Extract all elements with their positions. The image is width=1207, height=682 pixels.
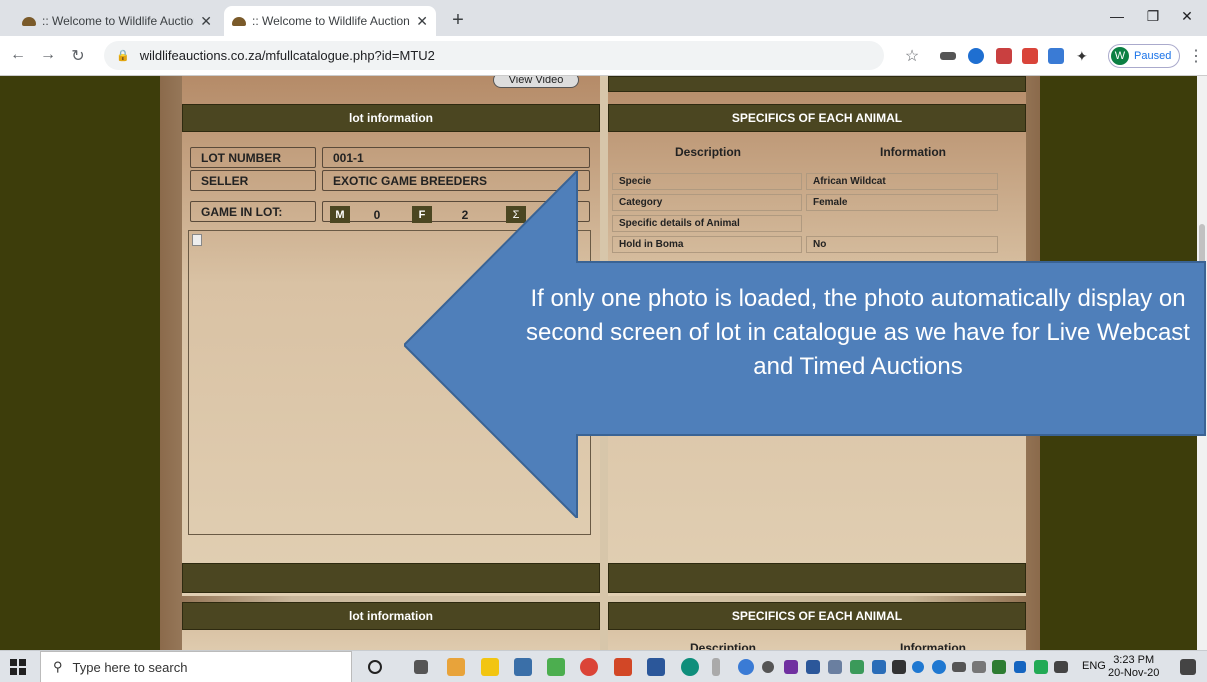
tab-title: :: Welcome to Wildlife Auctions :: bbox=[252, 14, 411, 28]
powerpoint-icon[interactable] bbox=[614, 658, 632, 676]
forward-icon[interactable]: → bbox=[38, 46, 58, 64]
extensions-puzzle-icon[interactable]: ✦ bbox=[1076, 48, 1092, 64]
profile-status: Paused bbox=[1134, 50, 1172, 62]
extension-hp-icon[interactable] bbox=[968, 48, 984, 64]
wifi-icon[interactable] bbox=[972, 661, 986, 673]
tray-icon[interactable] bbox=[762, 661, 774, 673]
broken-image-icon bbox=[192, 234, 202, 246]
avatar: W bbox=[1111, 47, 1129, 65]
file-explorer-icon[interactable] bbox=[481, 658, 499, 676]
onenote-tray-icon[interactable] bbox=[784, 660, 798, 674]
close-tab-icon[interactable]: ✕ bbox=[416, 13, 428, 30]
extension-pdf-icon[interactable] bbox=[1022, 48, 1038, 64]
lot-number-value: 001-1 bbox=[322, 147, 590, 168]
volume-icon[interactable] bbox=[1054, 661, 1068, 673]
task-view-icon[interactable] bbox=[414, 660, 428, 674]
browser-tab-1[interactable]: :: Welcome to Wildlife Auctions :: ✕ bbox=[14, 6, 220, 36]
taskbar-clock[interactable]: 3:23 PM 20-Nov-20 bbox=[1108, 654, 1159, 680]
specifics-top-bar bbox=[608, 76, 1026, 92]
lot-number-label: LOT NUMBER bbox=[190, 147, 316, 168]
outlook-icon[interactable] bbox=[447, 658, 465, 676]
next-specifics-header: SPECIFICS OF EACH ANIMAL bbox=[608, 602, 1026, 630]
male-tag: M bbox=[330, 206, 350, 223]
menu-dots-icon[interactable]: ⋮ bbox=[1186, 46, 1206, 66]
bookmark-star-icon[interactable]: ☆ bbox=[902, 46, 922, 66]
chrome-icon[interactable] bbox=[580, 658, 598, 676]
windows-taskbar: ⚲ Type here to search ENG 3:23 PM 20-Nov… bbox=[0, 650, 1207, 682]
site-favicon-icon bbox=[22, 15, 36, 27]
lock-icon: 🔒 bbox=[116, 50, 130, 62]
taskbar-search[interactable]: ⚲ Type here to search bbox=[40, 651, 352, 682]
cortana-icon[interactable] bbox=[368, 660, 382, 674]
clock-time: 3:23 PM bbox=[1113, 654, 1155, 666]
male-count: 0 bbox=[373, 207, 381, 222]
lot-info-header: lot information bbox=[182, 104, 600, 132]
restore-icon[interactable]: ❐ bbox=[1138, 8, 1168, 25]
cast-icon[interactable] bbox=[940, 52, 956, 60]
next-lot-info-header: lot information bbox=[182, 602, 600, 630]
battery-icon[interactable] bbox=[952, 662, 966, 672]
extension-mail-icon[interactable] bbox=[996, 48, 1012, 64]
lot-footer-bar bbox=[182, 563, 600, 593]
search-icon: ⚲ bbox=[53, 659, 63, 674]
information-column-header: Information bbox=[880, 145, 946, 159]
minimize-icon[interactable]: — bbox=[1102, 8, 1132, 24]
site-favicon-icon bbox=[232, 15, 246, 27]
tab-bar: :: Welcome to Wildlife Auctions :: ✕ :: … bbox=[0, 0, 1207, 36]
tray-icon[interactable] bbox=[872, 660, 886, 674]
url-bar[interactable]: 🔒 wildlifeauctions.co.za/mfullcatalogue.… bbox=[104, 41, 884, 70]
next-information-header: Information bbox=[900, 641, 966, 650]
close-window-icon[interactable]: ✕ bbox=[1172, 8, 1202, 25]
search-placeholder: Type here to search bbox=[72, 659, 188, 675]
notifications-icon[interactable] bbox=[1180, 659, 1196, 675]
profile-button[interactable]: W Paused bbox=[1108, 44, 1181, 68]
show-hidden-icons-icon[interactable] bbox=[712, 658, 720, 676]
extension-pc-icon[interactable] bbox=[1048, 48, 1064, 64]
windows-start-icon[interactable] bbox=[10, 659, 26, 675]
tray-icon[interactable] bbox=[992, 660, 1006, 674]
specifics-footer-bar bbox=[608, 563, 1026, 593]
app-icon[interactable] bbox=[514, 658, 532, 676]
tray-icon[interactable] bbox=[1034, 660, 1048, 674]
word-icon[interactable] bbox=[647, 658, 665, 676]
tray-icon[interactable] bbox=[892, 660, 906, 674]
clock-date: 20-Nov-20 bbox=[1108, 667, 1160, 679]
new-tab-button[interactable]: + bbox=[446, 9, 470, 32]
tray-help-icon[interactable] bbox=[738, 659, 754, 675]
description-column-header: Description bbox=[675, 145, 742, 159]
tray-icon[interactable] bbox=[850, 660, 864, 674]
game-in-lot-label: GAME IN LOT: bbox=[190, 201, 316, 222]
language-indicator[interactable]: ENG bbox=[1082, 660, 1106, 672]
tray-icon[interactable] bbox=[1014, 661, 1026, 673]
address-bar-row: ← → ↻ 🔒 wildlifeauctions.co.za/mfullcata… bbox=[0, 36, 1207, 76]
tray-b-icon[interactable] bbox=[806, 660, 820, 674]
next-description-header: Description bbox=[690, 641, 757, 650]
callout-text: If only one photo is loaded, the photo a… bbox=[526, 285, 1190, 380]
url-text: wildlifeauctions.co.za/mfullcatalogue.ph… bbox=[139, 48, 435, 63]
app-icon[interactable] bbox=[547, 658, 565, 676]
edge-icon[interactable] bbox=[681, 658, 699, 676]
back-icon[interactable]: ← bbox=[8, 46, 28, 64]
reload-icon[interactable]: ↻ bbox=[68, 46, 88, 66]
tray-icon[interactable] bbox=[828, 660, 842, 674]
specifics-header: SPECIFICS OF EACH ANIMAL bbox=[608, 104, 1026, 132]
browser-tab-2[interactable]: :: Welcome to Wildlife Auctions :: ✕ bbox=[224, 6, 436, 36]
tab-title: :: Welcome to Wildlife Auctions :: bbox=[42, 14, 194, 28]
close-tab-icon[interactable]: ✕ bbox=[200, 13, 212, 30]
view-video-button[interactable]: View Video bbox=[493, 76, 579, 88]
seller-label: SELLER bbox=[190, 170, 316, 191]
tray-icon[interactable] bbox=[932, 660, 946, 674]
bluetooth-icon[interactable] bbox=[912, 661, 924, 673]
